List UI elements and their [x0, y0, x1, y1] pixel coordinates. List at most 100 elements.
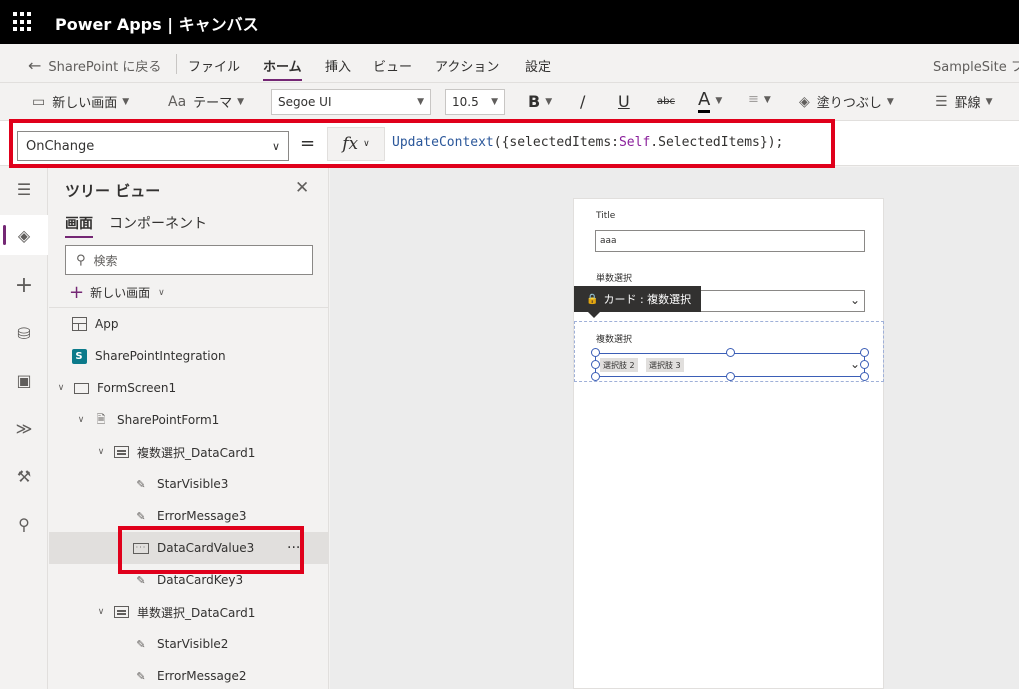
selected-chip[interactable]: 選択肢 2 — [600, 358, 638, 372]
chevron-down-icon: ▼ — [237, 96, 245, 107]
border-icon: ☰ — [935, 93, 948, 110]
chevron-down-icon: ∨ — [271, 139, 280, 153]
bold-button[interactable]: B ▼ — [528, 92, 552, 111]
layers-icon[interactable]: ◈ — [0, 215, 48, 255]
form-icon: 🗎 — [96, 412, 106, 426]
selected-chip[interactable]: 選択肢 3 — [646, 358, 684, 372]
tree-view-title: ツリー ビュー — [65, 182, 161, 200]
media-icon[interactable]: ▣ — [0, 360, 48, 400]
underline-button[interactable]: U — [618, 92, 630, 111]
font-family-select[interactable]: Segoe UI ▼ — [271, 89, 431, 115]
hamburger-icon[interactable]: ☰ — [0, 169, 48, 209]
resize-handle[interactable] — [860, 348, 869, 357]
chevron-down-icon[interactable]: ∨ — [95, 447, 107, 457]
tree-node-label: StarVisible2 — [157, 637, 229, 651]
tree-node-errormessage2[interactable]: ✎ ErrorMessage2 — [49, 660, 328, 689]
border-button[interactable]: ☰ 罫線 ▼ — [935, 92, 993, 112]
fx-icon: fx — [342, 134, 359, 154]
fill-label: 塗りつぶし — [816, 96, 882, 111]
menu-settings[interactable]: 設定 — [525, 56, 551, 75]
card-tooltip: 🔒 カード : 複数選択 — [574, 286, 702, 318]
tree-node-sharepointintegration[interactable]: S SharePointIntegration — [49, 340, 328, 372]
chevron-down-icon: ∨ — [158, 287, 165, 298]
tree-node-starvisible3[interactable]: ✎ StarVisible3 — [49, 468, 328, 500]
left-rail: ☰ ◈ + ⛁ ▣ ≫ ⚒ ⚲ — [0, 167, 48, 689]
menu-file[interactable]: ファイル — [188, 56, 240, 75]
chevron-down-icon: ▼ — [985, 96, 993, 107]
tree-node-label: FormScreen1 — [97, 381, 177, 395]
resize-handle[interactable] — [726, 372, 735, 381]
form-screen-preview[interactable]: Title aaa 単数選択 ⌄ 🔒 カード : 複数選択 複数選択 選択肢 2… — [573, 198, 884, 689]
fill-button[interactable]: ◈ 塗りつぶし ▼ — [799, 92, 894, 112]
menu-view[interactable]: ビュー — [373, 56, 412, 75]
new-screen-button[interactable]: ▭ 新しい画面 ▼ — [32, 92, 129, 112]
resize-handle[interactable] — [591, 360, 600, 369]
title-input[interactable]: aaa — [595, 230, 865, 252]
resize-handle[interactable] — [726, 348, 735, 357]
app-icon — [71, 317, 87, 331]
font-size-select[interactable]: 10.5 ▼ — [445, 89, 505, 115]
property-select[interactable]: OnChange ∨ — [17, 131, 289, 161]
resize-handle[interactable] — [591, 348, 600, 357]
menu-action[interactable]: アクション — [435, 56, 499, 75]
equals-sign: = — [300, 133, 316, 154]
label-edit-icon: ✎ — [136, 477, 146, 491]
tree-node-sharepointform1[interactable]: ∨ 🗎 SharePointForm1 — [49, 404, 328, 436]
menu-insert[interactable]: 挿入 — [325, 56, 351, 75]
tree-node-multi-datacard[interactable]: ∨ 複数選択_DataCard1 — [49, 436, 328, 468]
back-to-sharepoint-link[interactable]: ← SharePoint に戻る — [28, 56, 161, 75]
formula-args-1: ({selectedItems: — [493, 135, 619, 150]
tab-components[interactable]: コンポーネント — [109, 213, 207, 233]
tree-node-label: ErrorMessage3 — [157, 509, 247, 523]
font-color-button[interactable]: A ▼ — [698, 89, 722, 113]
chevron-down-icon[interactable]: ∨ — [55, 383, 67, 393]
new-screen-icon: ▭ — [32, 93, 46, 110]
datacard-icon — [113, 605, 129, 619]
combobox-icon: ··· — [133, 541, 149, 555]
power-automate-icon[interactable]: ≫ — [0, 408, 48, 448]
chevron-down-icon[interactable]: ∨ — [75, 415, 87, 425]
tree-node-app[interactable]: App — [49, 308, 328, 340]
tab-screens[interactable]: 画面 — [65, 213, 93, 238]
advanced-tools-icon[interactable]: ⚒ — [0, 456, 48, 496]
menu-home[interactable]: ホーム — [263, 56, 302, 81]
tree-search-box[interactable]: ⚲ 検索 — [65, 245, 313, 275]
database-icon[interactable]: ⛁ — [0, 313, 48, 353]
formula-keyword: Self — [618, 135, 651, 150]
tree-node-label: DataCardKey3 — [157, 573, 244, 587]
insert-plus-icon[interactable]: + — [0, 265, 48, 305]
tree-node-datacardkey3[interactable]: ✎ DataCardKey3 — [49, 564, 328, 596]
chevron-down-icon[interactable]: ∨ — [95, 607, 107, 617]
resize-handle[interactable] — [591, 372, 600, 381]
tree-view-panel: ツリー ビュー ✕ 画面 コンポーネント ⚲ 検索 + 新しい画面 ∨ App … — [49, 167, 329, 689]
tree-new-screen-button[interactable]: + 新しい画面 ∨ — [69, 282, 165, 303]
tree-node-single-datacard[interactable]: ∨ 単数選択_DataCard1 — [49, 596, 328, 628]
fx-button[interactable]: fx ∨ — [327, 127, 385, 161]
chevron-down-icon: ▼ — [886, 96, 894, 107]
search-icon: ⚲ — [76, 252, 86, 268]
property-value: OnChange — [26, 138, 95, 154]
formula-input[interactable]: UpdateContext({selectedItems:Self.Select… — [392, 135, 783, 150]
align-button[interactable]: ≡ ▼ — [748, 92, 771, 107]
tree-node-errormessage3[interactable]: ✎ ErrorMessage3 — [49, 500, 328, 532]
design-canvas[interactable]: Title aaa 単数選択 ⌄ 🔒 カード : 複数選択 複数選択 選択肢 2… — [330, 167, 1019, 689]
tree-node-datacardvalue3[interactable]: ··· DataCardValue3 ··· — [49, 532, 328, 564]
label-edit-icon: ✎ — [136, 669, 146, 683]
resize-handle[interactable] — [860, 372, 869, 381]
search-icon[interactable]: ⚲ — [0, 504, 48, 544]
align-icon: ≡ — [748, 92, 759, 107]
app-launcher-icon[interactable] — [13, 12, 33, 32]
label-edit-icon: ✎ — [136, 573, 146, 587]
resize-handle[interactable] — [860, 360, 869, 369]
close-icon[interactable]: ✕ — [295, 178, 309, 198]
theme-button[interactable]: Aa テーマ ▼ — [168, 92, 245, 112]
strikethrough-button[interactable]: abc — [657, 96, 675, 107]
chevron-down-icon: ⌄ — [849, 357, 860, 371]
tree-node-formscreen1[interactable]: ∨ FormScreen1 — [49, 372, 328, 404]
tree-node-starvisible2[interactable]: ✎ StarVisible2 — [49, 628, 328, 660]
italic-button[interactable]: / — [580, 92, 585, 111]
tree-node-label: 複数選択_DataCard1 — [137, 445, 256, 460]
chevron-down-icon: ⌄ — [849, 293, 860, 307]
more-options-icon[interactable]: ··· — [287, 540, 300, 556]
title-field-label: Title — [596, 211, 616, 221]
